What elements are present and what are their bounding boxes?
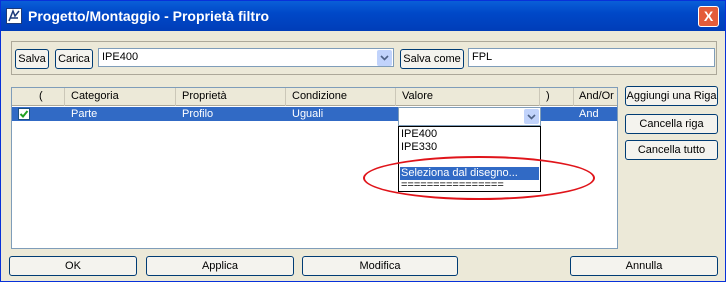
- column-condizione[interactable]: Condizione: [292, 90, 347, 102]
- column-categoria[interactable]: Categoria: [71, 90, 119, 102]
- cell-categoria[interactable]: Parte: [71, 107, 97, 121]
- filter-toolbar: Salva Carica IPE400 Salva come FPL: [11, 41, 717, 75]
- delete-row-button[interactable]: Cancella riga: [625, 114, 718, 134]
- column-and-or[interactable]: And/Or: [579, 90, 614, 102]
- save-as-button[interactable]: Salva come: [400, 49, 464, 69]
- column-divider: [395, 88, 396, 106]
- cell-and-or[interactable]: And: [579, 107, 599, 121]
- dropdown-option[interactable]: IPE400: [400, 128, 539, 141]
- column-valore[interactable]: Valore: [402, 90, 433, 102]
- column-open-paren[interactable]: (: [39, 90, 43, 102]
- column-divider: [64, 88, 65, 106]
- column-divider: [285, 88, 286, 106]
- window-title: Progetto/Montaggio - Proprietà filtro: [28, 8, 270, 24]
- close-button[interactable]: X: [698, 6, 719, 27]
- column-divider: [539, 88, 540, 106]
- column-proprieta[interactable]: Proprietà: [182, 90, 227, 102]
- filter-select-value: IPE400: [102, 51, 139, 63]
- column-divider: [175, 88, 176, 106]
- highlight-ellipse: [363, 156, 595, 200]
- dropdown-option[interactable]: IPE330: [400, 141, 539, 154]
- cancel-button[interactable]: Annulla: [570, 256, 718, 276]
- cell-proprieta[interactable]: Profilo: [182, 107, 213, 121]
- column-close-paren[interactable]: ): [546, 90, 550, 102]
- chevron-down-icon[interactable]: [524, 109, 539, 124]
- modify-button[interactable]: Modifica: [302, 256, 458, 276]
- filter-properties-window: Progetto/Montaggio - Proprietà filtro X …: [0, 0, 726, 282]
- row-enabled-checkbox[interactable]: [18, 108, 30, 120]
- save-button[interactable]: Salva: [15, 49, 49, 69]
- column-divider: [573, 88, 574, 106]
- cell-condizione[interactable]: Uguali: [292, 107, 323, 121]
- title-bar[interactable]: Progetto/Montaggio - Proprietà filtro X: [1, 1, 725, 31]
- apply-button[interactable]: Applica: [146, 256, 294, 276]
- ok-button[interactable]: OK: [9, 256, 137, 276]
- filter-select[interactable]: IPE400: [98, 48, 394, 67]
- load-button[interactable]: Carica: [55, 49, 93, 69]
- delete-all-button[interactable]: Cancella tutto: [625, 140, 718, 160]
- value-combobox[interactable]: [398, 107, 541, 126]
- add-row-button[interactable]: Aggiungi una Riga: [625, 86, 718, 106]
- app-icon: [6, 8, 22, 24]
- save-as-name-input[interactable]: FPL: [468, 48, 715, 67]
- grid-header: ( Categoria Proprietà Condizione Valore …: [12, 88, 617, 106]
- chevron-down-icon[interactable]: [377, 50, 392, 66]
